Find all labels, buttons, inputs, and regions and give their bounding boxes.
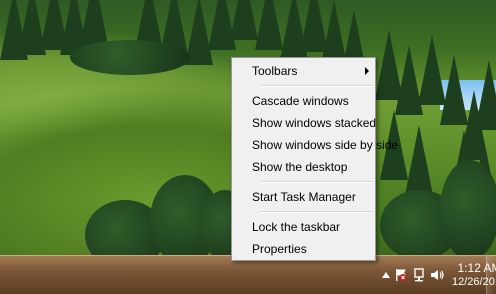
menu-item-show-windows-side-by-side[interactable]: Show windows side by side <box>232 134 398 156</box>
menu-separator <box>260 181 373 183</box>
tree <box>255 0 283 50</box>
menu-separator <box>260 211 373 213</box>
menu-item-label: Show the desktop <box>252 160 348 174</box>
tree <box>475 60 496 130</box>
menu-item-cascade-windows[interactable]: Cascade windows <box>232 90 375 112</box>
volume-icon[interactable] <box>430 268 444 282</box>
menu-item-label: Show windows side by side <box>252 138 399 152</box>
show-desktop-button[interactable] <box>486 256 496 294</box>
menu-item-show-windows-stacked[interactable]: Show windows stacked <box>232 112 377 134</box>
tree <box>80 0 108 45</box>
taskbar-context-menu: Toolbars Cascade windows Show windows st… <box>231 57 398 261</box>
menu-separator <box>260 85 373 87</box>
menu-item-label: Toolbars <box>252 64 298 78</box>
action-center-flag-icon[interactable] <box>394 268 408 282</box>
tree <box>230 0 258 40</box>
menu-item-label: Lock the taskbar <box>252 220 341 234</box>
network-icon[interactable] <box>412 268 426 282</box>
menu-item-show-the-desktop[interactable]: Show the desktop <box>232 156 375 178</box>
tree <box>405 125 433 195</box>
submenu-arrow-icon <box>365 67 369 75</box>
menu-item-lock-the-taskbar[interactable]: Lock the taskbar <box>232 216 375 238</box>
menu-item-label: Show windows stacked <box>252 116 377 130</box>
bush <box>70 40 190 75</box>
menu-item-label: Properties <box>252 242 307 256</box>
menu-item-start-task-manager[interactable]: Start Task Manager <box>232 186 375 208</box>
menu-item-properties[interactable]: Properties <box>232 238 375 260</box>
menu-item-label: Cascade windows <box>252 94 349 108</box>
system-tray: 1:12 AM 12/26/2010 <box>376 256 496 294</box>
show-hidden-icons-arrow-icon[interactable] <box>382 270 390 280</box>
menu-item-toolbars[interactable]: Toolbars <box>232 60 375 82</box>
bush <box>440 160 496 255</box>
menu-item-label: Start Task Manager <box>252 190 356 204</box>
